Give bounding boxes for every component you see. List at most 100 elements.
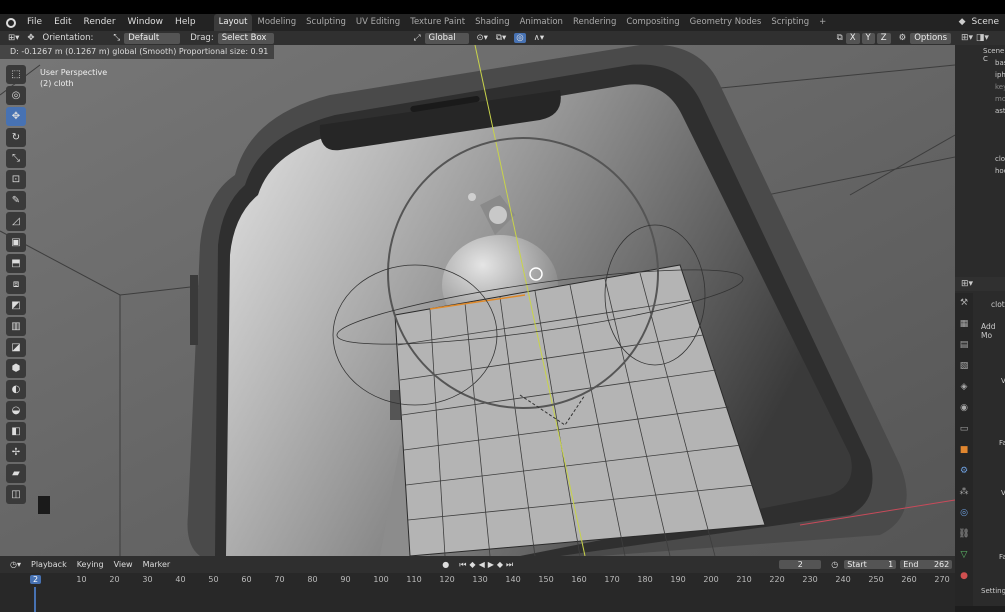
tool-settings-swatch[interactable]	[38, 496, 50, 514]
pivot-icon[interactable]: ⊙▾	[477, 33, 488, 43]
timeline-editor-type-icon[interactable]: ◷▾	[10, 560, 21, 569]
jump-start-icon[interactable]: ⏮	[459, 560, 466, 570]
knife-tool-icon[interactable]: ◪	[6, 338, 26, 357]
move-tool-icon[interactable]: ✥	[27, 33, 34, 43]
tab-uv-editing[interactable]: UV Editing	[351, 14, 405, 31]
output-tab-icon[interactable]: ▤	[955, 335, 973, 356]
mirror-icon[interactable]: ⧉	[837, 33, 843, 43]
extrude-tool-icon[interactable]: ⬒	[6, 254, 26, 273]
select-box-tool-icon[interactable]: ⬚	[6, 65, 26, 84]
wrench-icon[interactable]: ⚙	[899, 33, 907, 43]
menu-edit[interactable]: Edit	[48, 14, 77, 31]
poly-build-tool-icon[interactable]: ⬢	[6, 359, 26, 378]
marker-menu[interactable]: Marker	[143, 560, 171, 569]
keying-menu[interactable]: Keying	[77, 560, 104, 569]
tab-rendering[interactable]: Rendering	[568, 14, 621, 31]
proportional-edit-icon[interactable]: ◎	[514, 33, 526, 43]
drag-dropdown[interactable]: Select Box	[217, 32, 274, 44]
physics-tab-icon[interactable]: ◎	[955, 503, 973, 524]
tab-scripting[interactable]: Scripting	[766, 14, 814, 31]
view-layer-tab-icon[interactable]: ▧	[955, 356, 973, 377]
tab-animation[interactable]: Animation	[515, 14, 568, 31]
inset-tool-icon[interactable]: ⧈	[6, 275, 26, 294]
menu-help[interactable]: Help	[169, 14, 202, 31]
menu-file[interactable]: File	[21, 14, 48, 31]
annotate-tool-icon[interactable]: ✎	[6, 191, 26, 210]
constraints-tab-icon[interactable]: ⛓	[955, 524, 973, 545]
axis-x-toggle[interactable]: X	[845, 32, 860, 44]
render-tab-icon[interactable]: ▦	[955, 314, 973, 335]
data-tab-icon[interactable]: ▽	[955, 545, 973, 566]
tab-sculpting[interactable]: Sculpting	[301, 14, 351, 31]
outliner-item[interactable]: key	[995, 83, 1005, 91]
blender-logo-icon[interactable]	[6, 17, 16, 28]
menu-window[interactable]: Window	[122, 14, 170, 31]
menu-render[interactable]: Render	[78, 14, 122, 31]
rotate-tool-icon[interactable]: ↻	[6, 128, 26, 147]
prev-key-icon[interactable]: ◆	[469, 560, 475, 569]
scale-tool-icon[interactable]: ⤡	[6, 149, 26, 168]
tab-texture-paint[interactable]: Texture Paint	[405, 14, 470, 31]
falloff-icon[interactable]: ∧▾	[534, 33, 545, 43]
playback-menu[interactable]: Playback	[31, 560, 67, 569]
add-modifier-button[interactable]: Add Mo	[981, 322, 1005, 340]
add-workspace-button[interactable]: +	[814, 14, 831, 31]
cursor-tool-icon[interactable]: ◎	[6, 86, 26, 105]
snap-icon[interactable]: ⧉▾	[496, 33, 506, 43]
collection-tab-icon[interactable]: ▭	[955, 419, 973, 440]
world-tab-icon[interactable]: ◉	[955, 398, 973, 419]
editor-type-icon[interactable]: ⊞▾	[8, 33, 19, 43]
outliner-item[interactable]: iph	[995, 71, 1005, 79]
tab-modeling[interactable]: Modeling	[252, 14, 301, 31]
tab-compositing[interactable]: Compositing	[621, 14, 684, 31]
move-tool-icon[interactable]: ✥	[6, 107, 26, 126]
add-cube-tool-icon[interactable]: ▣	[6, 233, 26, 252]
current-frame-field[interactable]: 2	[779, 560, 822, 569]
tab-shading[interactable]: Shading	[470, 14, 515, 31]
measure-tool-icon[interactable]: ◿	[6, 212, 26, 231]
axis-y-toggle[interactable]: Y	[861, 32, 875, 44]
jump-end-icon[interactable]: ⏭	[506, 560, 513, 570]
view-menu[interactable]: View	[114, 560, 133, 569]
loop-cut-tool-icon[interactable]: ▥	[6, 317, 26, 336]
outliner-item[interactable]: ast	[995, 107, 1005, 115]
tab-geometry-nodes[interactable]: Geometry Nodes	[685, 14, 767, 31]
orientation-dropdown[interactable]: Default	[124, 32, 181, 44]
operator-info: D: -0.1267 m (0.1267 m) global (Smooth) …	[0, 45, 275, 59]
start-frame-field[interactable]: Start 1	[844, 560, 897, 569]
options-dropdown[interactable]: Options	[910, 32, 951, 44]
scene-render	[0, 45, 955, 556]
playhead[interactable]	[34, 587, 36, 612]
tab-layout[interactable]: Layout	[213, 14, 253, 31]
outliner-item[interactable]: mo	[995, 95, 1005, 103]
bevel-tool-icon[interactable]: ◩	[6, 296, 26, 315]
outliner-item[interactable]: bas	[995, 59, 1005, 67]
play-reverse-icon[interactable]: ◀	[479, 560, 485, 569]
smooth-tool-icon[interactable]: ◒	[6, 401, 26, 420]
tool-tab-icon[interactable]: ⚒	[955, 293, 973, 314]
frame-ruler[interactable]: 2 10 20 30 40 50 60 70 80 90 100 110 120 130 140 150 160…	[0, 575, 955, 587]
end-frame-field[interactable]: End 262	[900, 560, 953, 569]
outliner-item[interactable]: hoo	[995, 167, 1005, 175]
shrink-fatten-tool-icon[interactable]: ✢	[6, 443, 26, 462]
transform-orientation-dropdown[interactable]: Global	[424, 32, 469, 44]
material-tab-icon[interactable]: ●	[955, 566, 973, 587]
record-icon[interactable]: ●	[442, 560, 449, 569]
particles-tab-icon[interactable]: ⁂	[955, 482, 973, 503]
edge-slide-tool-icon[interactable]: ◧	[6, 422, 26, 441]
3d-viewport[interactable]: D: -0.1267 m (0.1267 m) global (Smooth) …	[0, 45, 955, 556]
outliner-item[interactable]: clo	[995, 155, 1005, 163]
next-key-icon[interactable]: ◆	[497, 560, 503, 569]
preview-range-icon[interactable]: ◷	[831, 560, 838, 569]
scene-tab-icon[interactable]: ◈	[955, 377, 973, 398]
properties-object-name[interactable]: clot	[991, 300, 1005, 309]
scene-name[interactable]: Scene	[972, 14, 1005, 31]
transform-tool-icon[interactable]: ⊡	[6, 170, 26, 189]
rip-tool-icon[interactable]: ◫	[6, 485, 26, 504]
play-icon[interactable]: ▶	[488, 560, 494, 569]
spin-tool-icon[interactable]: ◐	[6, 380, 26, 399]
modifier-tab-icon[interactable]: ⚙	[955, 461, 973, 482]
shear-tool-icon[interactable]: ▰	[6, 464, 26, 483]
object-tab-icon[interactable]: ■	[955, 440, 973, 461]
axis-z-toggle[interactable]: Z	[876, 32, 891, 44]
